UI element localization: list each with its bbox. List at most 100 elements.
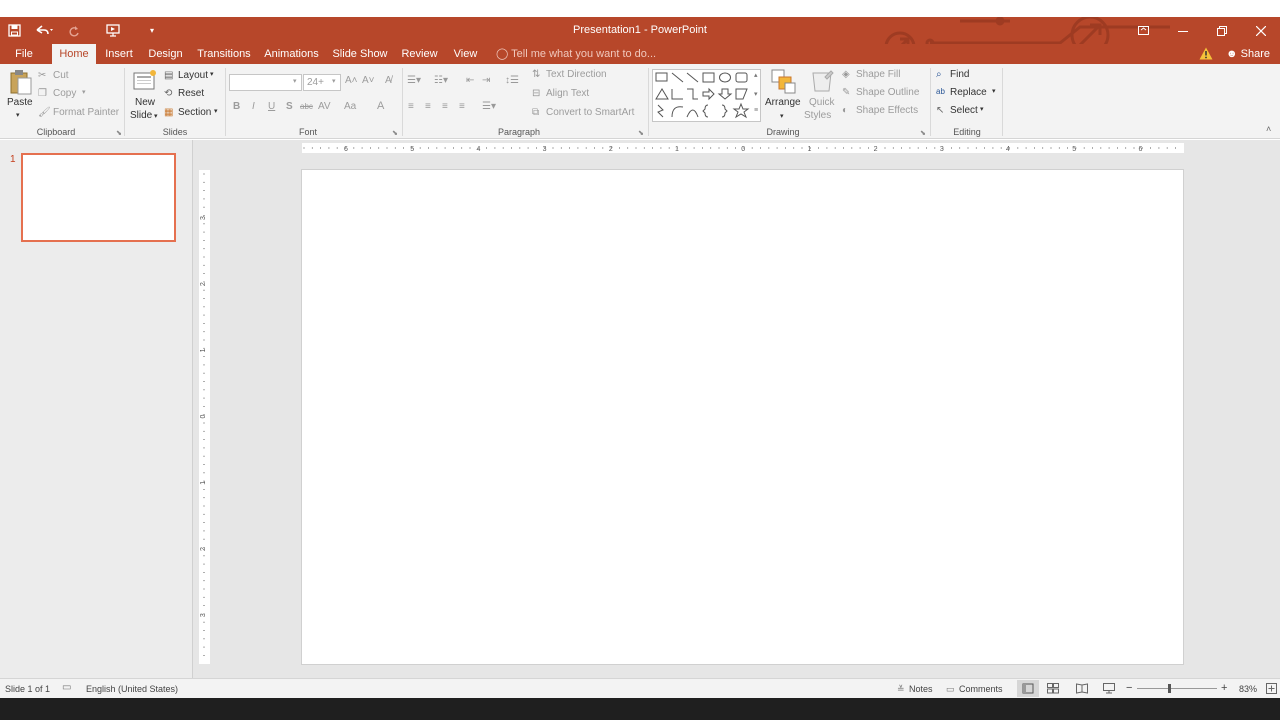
drawing-launcher-icon[interactable]: ⬊ <box>920 129 926 137</box>
ribbon-tabs: File Home Insert Design Transitions Anim… <box>0 44 1280 64</box>
tab-file[interactable]: File <box>4 44 44 64</box>
columns-icon[interactable]: ☰▾ <box>482 101 496 112</box>
section-button[interactable]: ▦ Section ▾ <box>164 107 224 121</box>
slide-canvas[interactable] <box>301 169 1184 665</box>
workspace: 1 6543210123456 3210123 <box>0 140 1280 678</box>
grow-font-icon[interactable]: A˄ <box>345 75 358 86</box>
fit-slide-icon[interactable] <box>1266 683 1277 697</box>
restore-icon[interactable] <box>1202 17 1241 44</box>
shrink-font-icon[interactable]: A˅ <box>362 75 375 86</box>
section-label: Section <box>178 107 212 118</box>
paint-bucket-icon: ◈ <box>842 69 850 80</box>
align-text-label: Align Text <box>546 88 590 99</box>
notes-button[interactable]: Notes <box>909 684 933 694</box>
underline-button[interactable]: U <box>268 101 275 112</box>
tab-view[interactable]: View <box>449 44 482 64</box>
paste-button[interactable]: Paste ▾ <box>5 69 35 124</box>
bullets-icon[interactable]: ☰▾ <box>407 75 421 86</box>
cut-button[interactable]: ✂ Cut <box>38 70 98 84</box>
shapes-gallery[interactable] <box>652 69 761 122</box>
font-size-value: 24+ <box>307 77 324 88</box>
zoom-out-button[interactable]: − <box>1126 682 1132 694</box>
slide-thumbnail-pane: 1 <box>0 140 193 678</box>
share-button[interactable]: ☻ Share <box>1226 44 1270 64</box>
tab-design[interactable]: Design <box>143 44 188 64</box>
italic-button[interactable]: I <box>252 101 255 112</box>
slide-count: Slide 1 of 1 <box>5 684 51 694</box>
gallery-more-icon[interactable]: ≡ <box>754 107 758 114</box>
font-size-combo[interactable]: 24+ ▾ <box>303 74 341 91</box>
tab-transitions[interactable]: Transitions <box>194 44 254 64</box>
new-slide-button[interactable]: New Slide ▾ <box>129 69 161 125</box>
align-right-icon[interactable]: ≡ <box>442 101 448 112</box>
tab-home[interactable]: Home <box>52 44 96 64</box>
strikethrough-button[interactable]: abc <box>300 102 313 111</box>
arrange-button[interactable]: Arrange ▾ <box>764 69 804 125</box>
lightbulb-icon: ◯ <box>496 48 509 60</box>
minimize-icon[interactable] <box>1163 17 1202 44</box>
zoom-in-button[interactable]: + <box>1221 682 1227 694</box>
copy-button[interactable]: ❐ Copy ▾ <box>38 88 98 102</box>
shadow-button[interactable]: S <box>286 101 293 112</box>
bold-button[interactable]: B <box>233 101 240 112</box>
close-icon[interactable] <box>1241 17 1280 44</box>
replace-label: Replace <box>950 87 987 98</box>
shape-outline-button[interactable]: ✎ Shape Outline <box>842 87 932 101</box>
font-launcher-icon[interactable]: ⬊ <box>392 129 398 137</box>
vertical-ruler[interactable]: 3210123 <box>199 170 210 664</box>
slide-thumbnail[interactable] <box>21 153 176 242</box>
collapse-ribbon-icon[interactable]: ˄ <box>1266 124 1271 134</box>
select-button[interactable]: ↖ Select ▾ <box>936 105 996 119</box>
proofing-icon[interactable]: ▭ <box>62 682 71 693</box>
tab-insert[interactable]: Insert <box>101 44 137 64</box>
change-case-button[interactable]: Aa <box>344 101 356 112</box>
gallery-scroll-down-icon[interactable]: ▾ <box>754 90 758 98</box>
zoom-slider[interactable] <box>1137 684 1217 693</box>
tab-slide-show[interactable]: Slide Show <box>329 44 391 64</box>
shape-fill-button[interactable]: ◈ Shape Fill <box>842 69 922 83</box>
layout-label: Layout <box>178 70 209 81</box>
decrease-indent-icon[interactable]: ⇤ <box>466 75 474 86</box>
text-direction-button[interactable]: ⇅ Text Direction <box>532 69 622 83</box>
clipboard-launcher-icon[interactable]: ⬊ <box>116 129 122 137</box>
slideshow-view-icon[interactable] <box>1103 683 1115 697</box>
font-name-combo[interactable]: ▾ <box>229 74 302 91</box>
tab-animations[interactable]: Animations <box>260 44 323 64</box>
line-spacing-icon[interactable]: ↕☰ <box>505 75 519 86</box>
character-spacing-button[interactable]: AV <box>318 101 331 112</box>
align-center-icon[interactable]: ≡ <box>425 101 431 112</box>
ribbon-display-options-icon[interactable] <box>1124 17 1163 44</box>
find-button[interactable]: ⌕ Find <box>936 69 996 83</box>
align-left-icon[interactable]: ≡ <box>408 101 414 112</box>
title-bar: ▾ Presentation1 - PowerPoint <box>0 17 1280 44</box>
numbering-icon[interactable]: ☷▾ <box>434 75 448 86</box>
replace-button[interactable]: ab Replace ▾ <box>936 87 1006 101</box>
horizontal-ruler[interactable]: 6543210123456 <box>302 143 1184 153</box>
justify-icon[interactable]: ≡ <box>459 101 465 112</box>
gallery-scroll-up-icon[interactable]: ▴ <box>754 71 758 79</box>
quick-styles-button[interactable]: Quick Styles <box>804 69 838 125</box>
language-status[interactable]: English (United States) <box>86 684 178 694</box>
align-text-button[interactable]: ⊟ Align Text <box>532 88 602 102</box>
slide-sorter-icon[interactable] <box>1047 683 1059 697</box>
tab-review[interactable]: Review <box>397 44 442 64</box>
shape-effects-button[interactable]: ◐ Shape Effects <box>842 105 932 119</box>
convert-smartart-button[interactable]: ⧉ Convert to SmartArt <box>532 107 642 121</box>
comments-button[interactable]: Comments <box>959 684 1003 694</box>
increase-indent-icon[interactable]: ⇥ <box>482 75 490 86</box>
format-painter-button[interactable]: 🖌 Format Painter <box>38 107 123 121</box>
ruler-label: 0 <box>200 415 207 419</box>
normal-view-icon[interactable] <box>1017 680 1039 697</box>
paragraph-launcher-icon[interactable]: ⬊ <box>638 129 644 137</box>
clear-formatting-icon[interactable]: A̸ <box>385 75 392 86</box>
ruler-label: 1 <box>200 348 207 352</box>
zoom-slider-thumb[interactable] <box>1168 684 1171 693</box>
warning-icon[interactable] <box>1199 47 1213 60</box>
reset-button[interactable]: ⟲ Reset <box>164 88 219 102</box>
reading-view-icon[interactable] <box>1076 683 1088 697</box>
tell-me-box[interactable]: ◯ Tell me what you want to do... <box>496 44 656 64</box>
layout-button[interactable]: ▤ Layout ▾ <box>164 70 219 84</box>
font-color-button[interactable]: A <box>377 100 384 112</box>
group-divider <box>402 68 403 136</box>
zoom-level[interactable]: 83% <box>1239 684 1257 694</box>
